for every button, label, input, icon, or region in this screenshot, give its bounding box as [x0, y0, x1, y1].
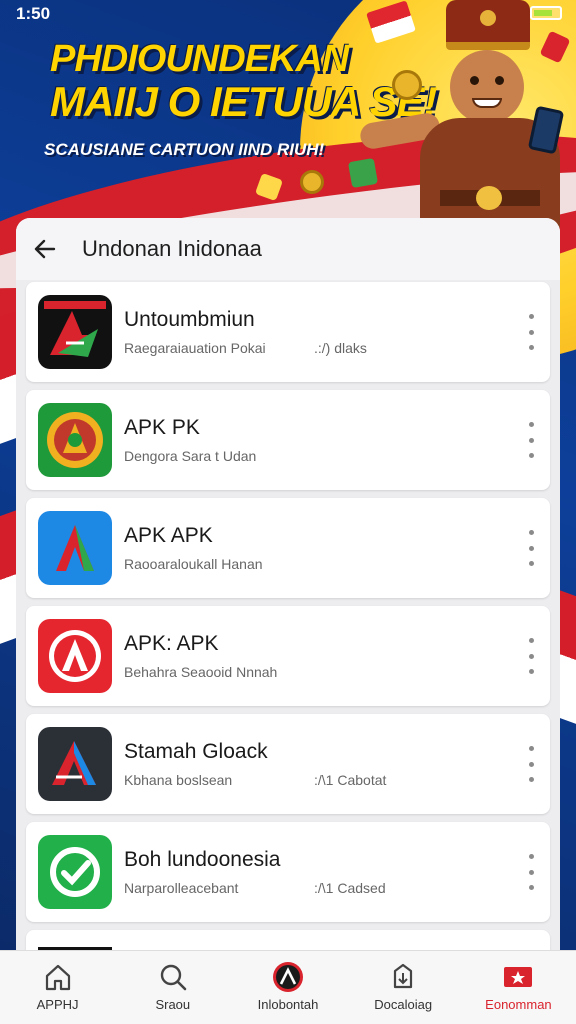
nav-label: Sraou	[155, 997, 191, 1012]
coin-icon	[300, 170, 324, 194]
app-subtitle: Raegaraiauation Pokai	[124, 340, 266, 356]
blue-a-logo-icon	[38, 511, 112, 585]
app-subtitle: Raooaraloukall Hanan	[124, 556, 263, 572]
phone-icon	[527, 105, 565, 155]
app-list-item[interactable]: Boh lundoonesia Narparolleacebant :/\1 C…	[26, 822, 550, 922]
app-list-item[interactable]: Untoumbmiun Raegaraiauation Pokai .:/) d…	[26, 282, 550, 382]
home-icon	[45, 964, 70, 991]
app-list: Untoumbmiun Raegaraiauation Pokai .:/) d…	[16, 280, 560, 970]
app-title: APK PK	[124, 416, 200, 439]
status-time: 1:50	[16, 4, 51, 23]
app-list-item[interactable]: Stamah Gloack Kbhana boslsean :/\1 Cabot…	[26, 714, 550, 814]
app-title: Stamah Gloack	[124, 740, 268, 763]
flag-icon	[504, 967, 533, 987]
app-title: APK: APK	[124, 632, 219, 655]
app-meta: :/\1 Cadsed	[314, 880, 386, 896]
sheet-header: Undonan Inidonaa	[16, 218, 560, 280]
dark-a-logo-icon	[38, 727, 112, 801]
app-subtitle: Behahra Seaooid Nnnah	[124, 664, 278, 680]
red-a-badge-icon	[38, 619, 112, 693]
page-title: Undonan Inidonaa	[82, 236, 262, 261]
mascot-illustration	[358, 0, 576, 228]
mascot-face	[450, 50, 524, 124]
nav-item-home[interactable]: APPHJ	[0, 951, 115, 1024]
app-list-item[interactable]: APK: APK Behahra Seaooid Nnnah	[26, 606, 550, 706]
green-gold-badge-icon	[38, 403, 112, 477]
app-subtitle: Kbhana boslsean	[124, 772, 233, 788]
app-list-item[interactable]: APK APK Raooaraloukall Hanan	[26, 498, 550, 598]
bottom-navigation: APPHJ Sraou Inlobontah Docaloiag Eonomma…	[0, 950, 576, 1024]
app-subtitle: Narparolleacebant	[124, 880, 239, 896]
nav-item-download[interactable]: Docaloiag	[346, 951, 461, 1024]
app-list-sheet: Undonan Inidonaa Untoumbmiun Raegaraiaua…	[16, 218, 560, 978]
nav-label: Docaloiag	[374, 997, 433, 1012]
nav-item-app[interactable]: Inlobontah	[230, 951, 345, 1024]
nav-label: APPHJ	[36, 997, 79, 1012]
app-list-item[interactable]: APK PK Dengora Sara t Udan	[26, 390, 550, 490]
more-options-icon[interactable]	[524, 850, 538, 894]
download-box-icon	[394, 963, 413, 989]
mascot-hat	[446, 0, 530, 50]
red-green-a-logo-icon	[38, 295, 112, 369]
app-title: APK APK	[124, 524, 213, 547]
app-meta: .:/) dlaks	[314, 340, 367, 356]
app-meta: :/\1 Cabotat	[314, 772, 387, 788]
app-subtitle: Dengora Sara t Udan	[124, 448, 257, 464]
green-shield-icon	[38, 835, 112, 909]
app-title: Boh lundoonesia	[124, 848, 281, 871]
nav-label: Inlobontah	[257, 997, 319, 1012]
more-options-icon[interactable]	[524, 634, 538, 678]
back-arrow-icon[interactable]	[32, 236, 58, 262]
search-icon	[160, 964, 187, 991]
nav-item-search[interactable]: Sraou	[115, 951, 230, 1024]
more-options-icon[interactable]	[524, 418, 538, 462]
app-title: Untoumbmiun	[124, 308, 255, 331]
more-options-icon[interactable]	[524, 526, 538, 570]
more-options-icon[interactable]	[524, 742, 538, 786]
nav-label: Eonomman	[485, 997, 552, 1012]
more-options-icon[interactable]	[524, 310, 538, 354]
app-logo-icon	[273, 962, 303, 992]
banner-subline: SCAUSIANE CARTUON IIND RIUH!	[44, 140, 325, 159]
nav-item-flag[interactable]: Eonomman	[461, 951, 576, 1024]
